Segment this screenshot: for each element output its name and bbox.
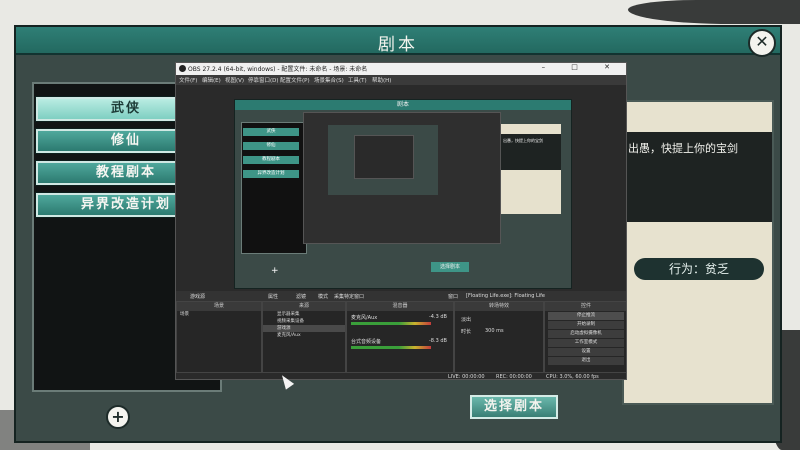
- obs-window-controls[interactable]: – □ ✕: [542, 63, 622, 71]
- menu-edit[interactable]: 编辑(E): [202, 76, 221, 84]
- close-icon[interactable]: ✕: [748, 29, 776, 57]
- script-detail-panel: 出愚，快提上你的宝剑 行为：贫乏: [622, 100, 774, 405]
- transitions-header: 转场特效: [455, 302, 543, 311]
- sources-header: 来源: [263, 302, 345, 311]
- action-banner: 行为：贫乏: [634, 258, 764, 280]
- game-script-window: 剧本 ✕ 武侠 修仙 教程剧本 异界改造计划 + 出愚，快提上你的宝剑 行为：贫…: [14, 25, 782, 443]
- ink-splash-top-right: [628, 0, 800, 24]
- studio-mode-button[interactable]: 工作室模式: [548, 339, 624, 347]
- source-name: 游戏源: [190, 294, 206, 300]
- menu-profile[interactable]: 配置文件(P): [280, 76, 310, 84]
- nested-button: 武侠: [243, 128, 299, 136]
- source-item[interactable]: 游戏源: [263, 325, 345, 332]
- menu-tools[interactable]: 工具(T): [348, 76, 367, 84]
- nested-title: 剧本: [235, 100, 571, 110]
- nested-button: 修仙: [243, 142, 299, 150]
- obs-preview[interactable]: 剧本 武侠 修仙 教程剧本 异界改造计划 出愚，快提上你的宝剑 + 选择剧本: [176, 85, 626, 295]
- mode-select[interactable]: 采集特定窗口: [334, 293, 364, 300]
- mixer-dock: 混音器 麦克风/Aux -4.3 dB 台式音频设备 -8.3 dB: [346, 301, 454, 373]
- obs-titlebar: OBS 27.2.4 (64-bit, windows) - 配置文件: 未命名…: [176, 63, 626, 75]
- obs-menubar: 文件(F) 编辑(E) 视图(V) 停靠窗口(D) 配置文件(P) 场景集合(S…: [176, 75, 626, 85]
- transitions-dock: 转场特效 淡出 时长 300 ms: [454, 301, 544, 373]
- window-select[interactable]: [Floating Life.exe]: Floating Life: [466, 293, 545, 299]
- menu-docks[interactable]: 停靠窗口(D): [248, 76, 279, 84]
- nested-select-button: 选择剧本: [431, 262, 469, 272]
- channel-db: -4.3 dB: [429, 314, 447, 320]
- select-script-button[interactable]: 选择剧本: [470, 395, 558, 419]
- menu-help[interactable]: 帮助(H): [372, 76, 391, 84]
- mixer-channel: 麦克风/Aux -4.3 dB: [351, 314, 449, 330]
- duration-label: 时长: [461, 329, 472, 335]
- menu-file[interactable]: 文件(F): [179, 76, 197, 84]
- nested-button: 异界改造计划: [243, 170, 299, 178]
- controls-dock: 控件 停止推流 开始录制 启动虚拟摄像机 工作室模式 设置 退出: [544, 301, 626, 373]
- source-item[interactable]: 视频采集设备: [263, 318, 345, 325]
- properties-button[interactable]: 属性: [268, 293, 278, 300]
- mode-label: 模式: [318, 294, 329, 300]
- cpu-status: CPU: 3.0%, 60.00 fps: [546, 374, 599, 380]
- volume-meter: [351, 322, 431, 325]
- start-recording-button[interactable]: 开始录制: [548, 321, 624, 329]
- channel-db: -8.3 dB: [429, 338, 447, 344]
- exit-button[interactable]: 退出: [548, 357, 624, 365]
- source-item[interactable]: 显示器采集: [263, 311, 345, 318]
- channel-name: 麦克风/Aux: [351, 315, 378, 321]
- filters-button[interactable]: 滤镜: [296, 293, 306, 300]
- controls-header: 控件: [545, 302, 626, 311]
- rec-timer: REC: 00:00:00: [496, 374, 532, 380]
- mixer-header: 混音器: [347, 302, 453, 311]
- stop-stream-button[interactable]: 停止推流: [548, 312, 624, 320]
- obs-status-bar: LIVE: 00:00:00 REC: 00:00:00 CPU: 3.0%, …: [176, 373, 626, 380]
- duration-input[interactable]: 300 ms: [485, 328, 504, 334]
- source-item[interactable]: 麦克风/Aux: [263, 332, 345, 339]
- nested-button: 教程剧本: [243, 156, 299, 164]
- nested-right-text: 出愚，快提上你的宝剑: [503, 138, 543, 143]
- nested-game-capture: 剧本 武侠 修仙 教程剧本 异界改造计划 出愚，快提上你的宝剑 + 选择剧本: [234, 99, 572, 289]
- scene-item[interactable]: 场景: [177, 311, 261, 318]
- obs-logo-icon: [179, 65, 186, 72]
- window-label: 窗口: [448, 294, 459, 300]
- nested-plus-icon: +: [271, 266, 279, 276]
- script-description: 出愚，快提上你的宝剑: [628, 142, 738, 155]
- obs-title: OBS 27.2.4 (64-bit, windows) - 配置文件: 未命名…: [188, 66, 368, 73]
- script-text-box: 出愚，快提上你的宝剑: [624, 132, 772, 222]
- mixer-channel: 台式音频设备 -8.3 dB: [351, 338, 449, 354]
- nested-obs-recursion: [354, 135, 414, 179]
- scenes-header: 场景: [177, 302, 261, 311]
- nested-right-panel: 出愚，快提上你的宝剑: [501, 124, 561, 214]
- nested-obs-window: [303, 112, 501, 244]
- transition-select[interactable]: 淡出: [461, 316, 471, 323]
- sources-dock: 来源 显示器采集 视频采集设备 游戏源 麦克风/Aux: [262, 301, 346, 373]
- game-title: 剧本: [378, 35, 418, 55]
- obs-source-toolbar: 游戏源 属性 滤镜 模式 采集特定窗口 窗口 [Floating Life.ex…: [176, 291, 626, 301]
- game-titlebar: 剧本 ✕: [16, 27, 780, 57]
- obs-docks: 场景 场景 来源 显示器采集 视频采集设备 游戏源 麦克风/Aux 混音器 麦克…: [176, 301, 626, 373]
- menu-scene-collection[interactable]: 场景集合(S): [314, 76, 344, 84]
- live-timer: LIVE: 00:00:00: [448, 374, 485, 380]
- obs-window: OBS 27.2.4 (64-bit, windows) - 配置文件: 未命名…: [175, 62, 627, 380]
- nested-obs-preview: [328, 125, 438, 195]
- scenes-dock: 场景 场景: [176, 301, 262, 373]
- menu-view[interactable]: 视图(V): [225, 76, 244, 84]
- volume-meter: [351, 346, 431, 349]
- channel-name: 台式音频设备: [351, 339, 382, 345]
- plus-icon[interactable]: +: [106, 405, 130, 429]
- virtual-camera-button[interactable]: 启动虚拟摄像机: [548, 330, 624, 338]
- settings-button[interactable]: 设置: [548, 348, 624, 356]
